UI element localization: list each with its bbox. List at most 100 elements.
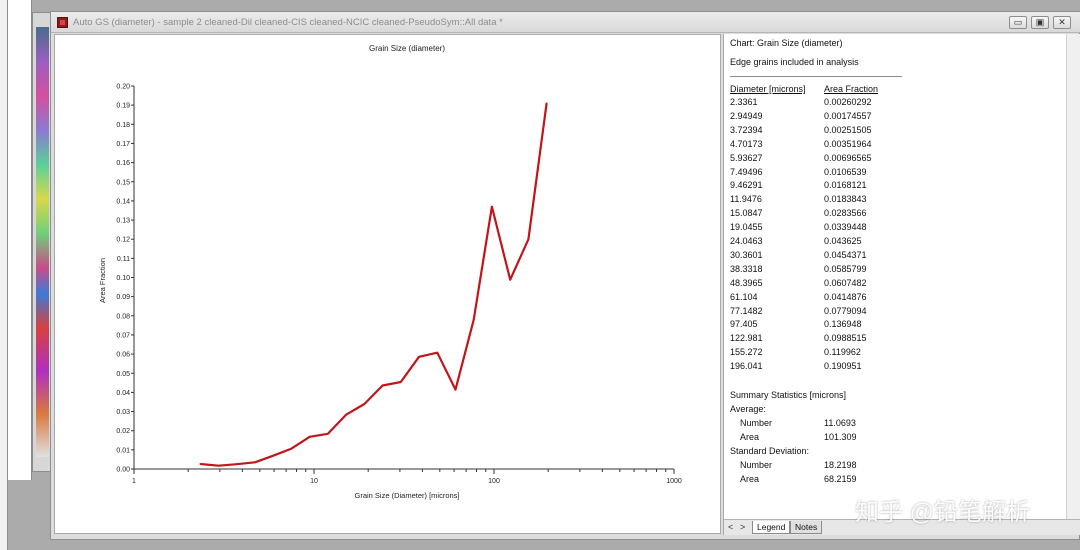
std-area-value: 68.2159 (824, 474, 857, 484)
area-fraction-cell: 0.00696565 (824, 152, 872, 163)
area-fraction-cell: 0.0414876 (824, 291, 867, 302)
tab-scroll-left-button[interactable]: < (728, 522, 733, 532)
area-fraction-cell: 0.190951 (824, 361, 862, 372)
app-icon (57, 17, 68, 28)
window-title: Auto GS (diameter) - sample 2 cleaned-Di… (73, 17, 503, 28)
data-point (290, 447, 293, 450)
diameter-cell: 24.0463 (730, 236, 763, 246)
tab-notes[interactable]: Notes (790, 521, 823, 534)
data-point (418, 355, 420, 358)
data-point (308, 435, 311, 438)
area-fraction-cell: 0.0339448 (824, 222, 867, 233)
diameter-cell: 19.0455 (730, 222, 763, 233)
table-row: 15.0847 0.0283566 (724, 208, 964, 222)
diameter-cell: 5.93627 (730, 152, 763, 163)
x-tick-label: 100 (488, 478, 500, 485)
avg-number-value: 11.0693 (824, 418, 856, 428)
minimize-button[interactable]: ▭ (1009, 16, 1027, 29)
orientation-map-image (36, 27, 49, 457)
y-tick-label: 0.13 (116, 218, 130, 225)
area-fraction-cell: 0.119962 (824, 347, 861, 358)
area-fraction-cell: 0.00351964 (824, 138, 872, 149)
separator (730, 76, 902, 77)
y-tick-label: 0.19 (116, 103, 130, 110)
table-row: 7.49496 0.0106539 (724, 167, 964, 181)
chart-title: Grain Size (diameter) (369, 44, 445, 53)
diameter-cell: 122.981 (730, 333, 763, 344)
data-point (545, 102, 548, 105)
table-row: 4.70173 0.00351964 (724, 139, 964, 153)
y-tick-label: 0.04 (116, 390, 130, 397)
close-button[interactable]: ✕ (1053, 16, 1071, 29)
chart-name-line: Chart: Grain Size (diameter) (730, 38, 843, 48)
data-point (399, 381, 402, 383)
x-tick-label: 1 (132, 478, 136, 485)
table-row: 19.0455 0.0339448 (724, 222, 964, 236)
x-tick-label: 10 (310, 478, 318, 485)
y-tick-label: 0.12 (116, 237, 130, 244)
diameter-cell: 61.104 (730, 291, 758, 302)
area-fraction-cell: 0.0106539 (824, 166, 867, 177)
x-tick-label: 1000 (666, 478, 682, 485)
background-map-thumbnail (32, 12, 52, 472)
table-row: 3.72394 0.00251505 (724, 125, 964, 139)
vertical-scrollbar[interactable] (1066, 34, 1080, 519)
y-tick-label: 0.18 (116, 122, 130, 129)
area-fraction-cell: 0.00251505 (824, 124, 872, 135)
area-fraction-cell: 0.0585799 (824, 263, 867, 274)
data-point (509, 278, 512, 281)
y-tick-label: 0.15 (116, 179, 130, 186)
std-area-label: Area (740, 474, 760, 484)
data-point (436, 351, 439, 354)
summary-title: Summary Statistics [microns] (730, 390, 847, 400)
table-row: 11.9476 0.0183843 (724, 194, 964, 208)
title-bar[interactable]: Auto GS (diameter) - sample 2 cleaned-Di… (51, 12, 1080, 33)
y-tick-label: 0.00 (116, 467, 130, 474)
data-point (199, 463, 202, 465)
data-point (217, 464, 220, 467)
avg-area-value: 101.309 (824, 432, 857, 442)
y-tick-label: 0.16 (116, 160, 130, 167)
table-row: 2.3361 0.00260292 (724, 97, 964, 111)
diameter-cell: 11.9476 (730, 194, 762, 205)
tab-scroll-right-button[interactable]: > (740, 522, 745, 532)
data-point (254, 461, 256, 464)
background-panel (8, 0, 32, 480)
y-axis-label: Area Fraction (98, 258, 107, 303)
table-row: 48.3965 0.0607482 (724, 278, 964, 292)
area-fraction-cell: 0.136948 (824, 319, 862, 330)
data-point (345, 413, 348, 416)
table-row: 24.0463 0.043625 (724, 236, 964, 250)
x-axis-label: Grain Size (Diameter) [microns] (354, 491, 459, 500)
data-point (491, 205, 493, 208)
chart-info-panel: Chart: Grain Size (diameter) Edge grains… (723, 34, 1080, 519)
y-tick-label: 0.06 (116, 352, 130, 359)
average-label: Average: (730, 404, 766, 414)
avg-area-label: Area (740, 432, 760, 442)
area-fraction-cell: 0.0454371 (824, 249, 867, 260)
data-point (363, 403, 366, 405)
diameter-cell: 15.0847 (730, 208, 763, 219)
diameter-cell: 4.70173 (730, 138, 763, 149)
area-fraction-cell: 0.00260292 (824, 97, 872, 107)
y-tick-label: 0.11 (117, 256, 130, 263)
diameter-cell: 3.72394 (730, 124, 763, 135)
std-number-label: Number (740, 460, 773, 470)
table-row: 9.46291 0.0168121 (724, 180, 964, 194)
diameter-cell: 9.46291 (730, 180, 763, 191)
diameter-cell: 2.94949 (730, 110, 763, 121)
maximize-button[interactable]: ▣ (1031, 16, 1049, 29)
y-tick-label: 0.02 (116, 428, 130, 435)
diameter-cell: 48.3965 (730, 277, 763, 288)
area-fraction-column-header: Area Fraction (824, 84, 879, 94)
table-row: 5.93627 0.00696565 (724, 153, 964, 167)
y-tick-label: 0.03 (116, 409, 130, 416)
area-fraction-cell: 0.0283566 (824, 208, 867, 219)
chart-window: Auto GS (diameter) - sample 2 cleaned-Di… (50, 11, 1080, 540)
tab-legend[interactable]: Legend (752, 521, 791, 534)
table-row: 97.405 0.136948 (724, 319, 964, 333)
y-tick-label: 0.09 (116, 294, 130, 301)
data-point (472, 318, 475, 321)
data-point (272, 454, 275, 457)
background-window-edge (0, 0, 8, 550)
